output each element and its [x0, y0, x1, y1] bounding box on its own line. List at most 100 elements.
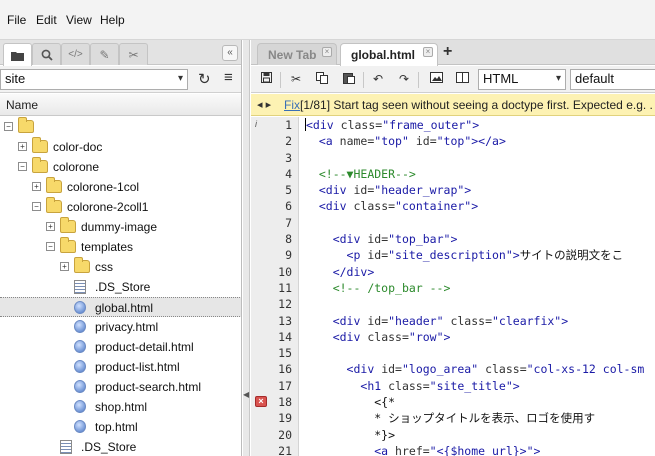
html-file-icon	[74, 301, 86, 314]
hamburger-menu-icon[interactable]: ≡	[224, 69, 233, 86]
line-number: 21	[278, 443, 292, 456]
menu-file[interactable]: File	[7, 13, 26, 27]
tree-item[interactable]: product-search.html	[0, 377, 241, 397]
expand-icon[interactable]: +	[60, 262, 69, 271]
tree-item[interactable]: + color-doc	[0, 137, 241, 157]
site-select[interactable]: site ▾	[0, 69, 188, 90]
code-line[interactable]: <!--▼HEADER-->	[299, 166, 655, 182]
code-area[interactable]: <div class="frame_outer"> <a name="top" …	[299, 117, 655, 456]
collapse-arrow-icon[interactable]: ◀	[243, 390, 249, 399]
tree-item-label: .DS_Store	[95, 280, 151, 294]
info-marker-icon[interactable]: i	[255, 119, 257, 129]
pencil-tab[interactable]: ✎	[90, 43, 119, 65]
code-line[interactable]	[299, 215, 655, 231]
tree-item[interactable]: .DS_Store	[0, 437, 241, 456]
code-line[interactable]: <div id="header" class="clearfix">	[299, 313, 655, 329]
code-line[interactable]: <h1 class="site_title">	[299, 378, 655, 394]
code-line[interactable]: <a href="<{$home_url}>">	[299, 443, 655, 456]
collapse-icon[interactable]: −	[18, 162, 27, 171]
expand-icon[interactable]: +	[18, 142, 27, 151]
collapse-icon[interactable]: −	[32, 202, 41, 211]
gutter-line: 12	[251, 296, 298, 312]
fix-link[interactable]: Fix	[284, 98, 300, 112]
tree-item[interactable]: + dummy-image	[0, 217, 241, 237]
code-line[interactable]: <div class="container">	[299, 198, 655, 214]
copy-icon[interactable]	[314, 72, 330, 87]
expand-icon[interactable]: +	[32, 182, 41, 191]
line-number: 5	[285, 183, 292, 198]
theme-select[interactable]: default	[570, 69, 655, 90]
cut-icon[interactable]: ✂	[288, 72, 304, 86]
code-line[interactable]: </div>	[299, 264, 655, 280]
close-icon[interactable]: ×	[322, 47, 332, 57]
code-line[interactable]: <!-- /top_bar -->	[299, 280, 655, 296]
save-icon[interactable]	[258, 72, 274, 86]
error-marker-icon[interactable]: ×	[255, 396, 267, 408]
tree-item[interactable]: product-detail.html	[0, 337, 241, 357]
code-line[interactable]: <p id="site_description">サイトの説明文をこ	[299, 247, 655, 263]
folder-icon	[46, 197, 62, 213]
html-file-icon	[74, 380, 86, 393]
code-line[interactable]	[299, 150, 655, 166]
code-tab[interactable]: </>	[61, 43, 90, 65]
tree-item[interactable]: −	[0, 117, 241, 137]
code-line[interactable]: <div id="top_bar">	[299, 231, 655, 247]
code-line[interactable]: <{*	[299, 394, 655, 410]
tree-item[interactable]: .DS_Store	[0, 277, 241, 297]
collapse-icon[interactable]: −	[46, 242, 55, 251]
html-file-icon	[74, 420, 86, 433]
code-line[interactable]: * ショップタイトルを表示、ロゴを使用す	[299, 410, 655, 426]
undo-icon[interactable]: ↶	[370, 72, 386, 86]
tree-item[interactable]: − templates	[0, 237, 241, 257]
tree-item[interactable]: + css	[0, 257, 241, 277]
code-line[interactable]	[299, 345, 655, 361]
paste-icon[interactable]	[341, 72, 357, 87]
collapse-icon[interactable]: −	[4, 122, 13, 131]
panel-splitter[interactable]: ◀	[243, 40, 250, 456]
scissors-tab[interactable]: ✂	[119, 43, 148, 65]
expand-icon[interactable]: +	[46, 222, 55, 231]
refresh-icon[interactable]: ↻	[198, 70, 211, 88]
tree-item[interactable]: top.html	[0, 417, 241, 437]
collapse-panel-button[interactable]: «	[222, 45, 238, 61]
code-line[interactable]: <a name="top" id="top"></a>	[299, 133, 655, 149]
gutter-line: 21	[251, 443, 298, 456]
tree-item[interactable]: shop.html	[0, 397, 241, 417]
gutter-line: 11	[251, 280, 298, 296]
code-line[interactable]: *}>	[299, 427, 655, 443]
language-mode-select[interactable]: HTML ▾	[478, 69, 566, 90]
gutter-line: × 18	[251, 394, 298, 410]
tree-item[interactable]: + colorone-1col	[0, 177, 241, 197]
menu-view[interactable]: View	[66, 13, 92, 27]
code-line[interactable]: <div id="logo_area" class="col-xs-12 col…	[299, 361, 655, 377]
split-view-icon[interactable]	[454, 72, 470, 86]
code-line[interactable]: <div id="header_wrap">	[299, 182, 655, 198]
line-number: 3	[285, 150, 292, 165]
search-tab[interactable]	[32, 43, 61, 65]
tab-new-tab[interactable]: New Tab ×	[257, 43, 337, 65]
line-number: 19	[278, 411, 292, 426]
tab-global-html[interactable]: global.html ×	[340, 43, 438, 66]
new-tab-button[interactable]: +	[443, 43, 452, 61]
menu-edit[interactable]: Edit	[36, 13, 57, 27]
menu-help[interactable]: Help	[100, 13, 125, 27]
name-column-header[interactable]: Name	[0, 94, 241, 116]
name-header-label: Name	[6, 98, 39, 112]
line-number-gutter[interactable]: i 1 2 3 4 5 6 7 8 9 10 11 12 13 14 15 16 17 × 18 19 20 21	[251, 117, 299, 456]
tree-item[interactable]: global.html	[0, 297, 241, 317]
redo-icon[interactable]: ↷	[396, 72, 412, 86]
tree-item[interactable]: − colorone	[0, 157, 241, 177]
notice-navigation-arrows-icon[interactable]: ◂ ▸	[257, 98, 271, 111]
close-icon[interactable]: ×	[423, 47, 433, 57]
panel-tab-bar: </> ✎ ✂ «	[0, 40, 241, 66]
image-icon[interactable]	[428, 72, 444, 86]
tree-item[interactable]: − colorone-2coll1	[0, 197, 241, 217]
code-line[interactable]	[299, 296, 655, 312]
folder-tab[interactable]	[3, 43, 32, 66]
tree-item[interactable]: product-list.html	[0, 357, 241, 377]
code-line[interactable]: <div class="row">	[299, 329, 655, 345]
notice-message: [1/81] Start tag seen without seeing a d…	[300, 98, 655, 112]
tree-item[interactable]: privacy.html	[0, 317, 241, 337]
tree-item-label: shop.html	[95, 400, 148, 414]
code-line[interactable]: <div class="frame_outer">	[299, 117, 655, 133]
